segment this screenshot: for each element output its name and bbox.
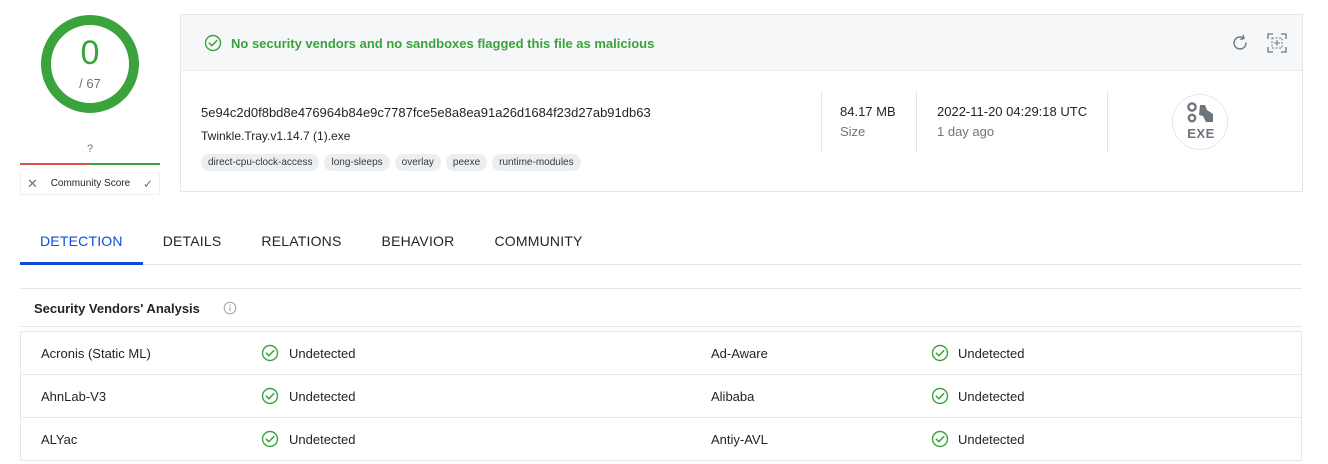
detection-count: 0 bbox=[80, 34, 100, 72]
info-icon[interactable] bbox=[223, 301, 237, 315]
tag-chip[interactable]: runtime-modules bbox=[492, 154, 581, 171]
detection-score-widget: 0 / 67 ? ✕ Community Score ✓ bbox=[20, 10, 160, 200]
vendor-name: Alibaba bbox=[711, 389, 755, 404]
last-analysis-date: 2022-11-20 04:29:18 UTC bbox=[937, 104, 1088, 119]
divider bbox=[821, 91, 822, 153]
table-row: AhnLab-V3 Undetected Alibaba Undetected bbox=[21, 375, 1301, 418]
file-type-label: EXE bbox=[1187, 126, 1215, 141]
engine-total: / 67 bbox=[79, 76, 101, 91]
file-hash[interactable]: 5e94c2d0f8bd8e476964b84e9c7787fce5e8a8ea… bbox=[201, 105, 651, 120]
verdict-banner: No security vendors and no sandboxes fla… bbox=[181, 15, 1302, 71]
divider bbox=[1107, 91, 1108, 153]
score-ring: 0 / 67 bbox=[40, 14, 140, 114]
check-circle-icon bbox=[931, 430, 949, 448]
vendor-name: ALYac bbox=[41, 432, 78, 447]
tag-chip[interactable]: overlay bbox=[394, 154, 441, 171]
expand-icon[interactable] bbox=[1266, 32, 1288, 54]
file-name: Twinkle.Tray.v1.14.7 (1).exe bbox=[201, 129, 351, 143]
divider bbox=[916, 91, 917, 153]
section-title: Security Vendors' Analysis bbox=[34, 301, 200, 316]
vote-malicious-icon[interactable]: ✕ bbox=[27, 177, 38, 190]
tab-bar: DETECTION DETAILS RELATIONS BEHAVIOR COM… bbox=[20, 220, 1302, 265]
community-score-bar bbox=[20, 163, 160, 165]
vendor-result: Undetected bbox=[958, 389, 1025, 404]
vendor-result: Undetected bbox=[289, 346, 356, 361]
check-circle-icon bbox=[261, 430, 279, 448]
vote-harmless-icon[interactable]: ✓ bbox=[143, 178, 153, 190]
vendor-results-table: Acronis (Static ML) Undetected Ad-Aware Und… bbox=[20, 331, 1302, 461]
check-circle-icon bbox=[204, 34, 222, 52]
divider bbox=[20, 326, 1302, 327]
exe-gears-icon bbox=[1187, 102, 1213, 123]
vendor-result: Undetected bbox=[289, 432, 356, 447]
tag-chip[interactable]: direct-cpu-clock-access bbox=[201, 154, 320, 171]
vendors-analysis-section: Security Vendors' Analysis Acronis (Stat… bbox=[20, 288, 1302, 464]
tag-chip[interactable]: peexe bbox=[445, 154, 488, 171]
file-type-badge: EXE bbox=[1172, 94, 1228, 150]
community-score-negative-fill bbox=[20, 163, 90, 165]
check-circle-icon bbox=[261, 344, 279, 362]
last-analysis-relative: 1 day ago bbox=[937, 124, 995, 139]
vendor-name: Ad-Aware bbox=[711, 346, 768, 361]
check-circle-icon bbox=[261, 387, 279, 405]
check-circle-icon bbox=[931, 387, 949, 405]
file-summary-card: No security vendors and no sandboxes fla… bbox=[180, 14, 1303, 192]
tag-chip[interactable]: long-sleeps bbox=[324, 154, 390, 171]
tab-details[interactable]: DETAILS bbox=[143, 220, 242, 265]
vendor-result: Undetected bbox=[958, 432, 1025, 447]
vendor-result: Undetected bbox=[958, 346, 1025, 361]
file-tags: direct-cpu-clock-access long-sleeps over… bbox=[201, 154, 581, 171]
vendor-result: Undetected bbox=[289, 389, 356, 404]
file-size-label: Size bbox=[840, 124, 866, 139]
tab-detection[interactable]: DETECTION bbox=[20, 220, 143, 265]
tab-behavior[interactable]: BEHAVIOR bbox=[362, 220, 475, 265]
vendor-name: Acronis (Static ML) bbox=[41, 346, 151, 361]
community-score-value: ? bbox=[86, 143, 94, 155]
vendor-name: Antiy-AVL bbox=[711, 432, 768, 447]
community-score-row: ✕ Community Score ✓ bbox=[20, 173, 160, 195]
verdict-message: No security vendors and no sandboxes fla… bbox=[231, 36, 655, 51]
table-row: Acronis (Static ML) Undetected Ad-Aware Und… bbox=[21, 332, 1301, 375]
check-circle-icon bbox=[931, 344, 949, 362]
community-score-label: Community Score bbox=[50, 178, 131, 189]
tab-relations[interactable]: RELATIONS bbox=[241, 220, 361, 265]
table-row: ALYac Undetected Antiy-AVL Undetected bbox=[21, 418, 1301, 461]
vendor-name: AhnLab-V3 bbox=[41, 389, 107, 404]
file-size-value: 84.17 MB bbox=[840, 104, 896, 119]
reload-icon[interactable] bbox=[1230, 33, 1250, 53]
tab-community[interactable]: COMMUNITY bbox=[474, 220, 602, 265]
